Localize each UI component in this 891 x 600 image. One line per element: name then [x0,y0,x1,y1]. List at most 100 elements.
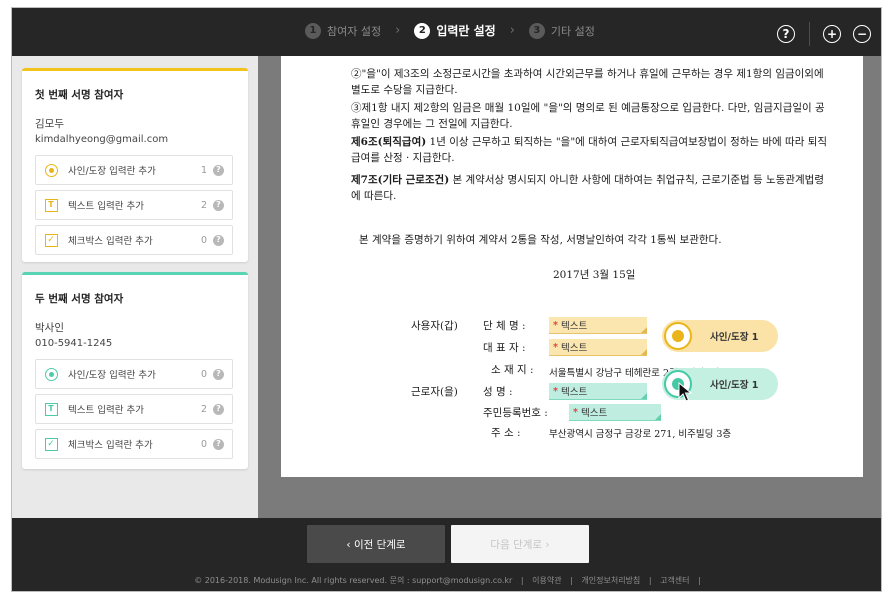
participant-title: 두 번째 서명 참여자 [35,293,124,305]
add-text-field-button[interactable]: T 텍스트 입력란 추가 2 ? [35,190,233,220]
stamp-icon [664,322,692,350]
step-label: 참여자 설정 [327,24,382,38]
field-count: 0 [200,234,207,246]
add-checkbox-field-button[interactable]: ✓ 체크박스 입력란 추가 0 ? [35,429,233,459]
top-bar: 1 참여자 설정 › 2 입력란 설정 › 3 기타 설정 ? + − [12,8,881,56]
overlay-text: 텍스트 [560,321,588,332]
required-mark: * [553,385,558,397]
copyright-text: © 2016-2018. Modusign Inc. All rights re… [194,576,513,585]
field-count: 1 [200,164,207,176]
required-mark: * [573,406,578,418]
help-icon[interactable]: ? [213,368,224,380]
participant-card-2: 두 번째 서명 참여자 박사인 010-5941-1245 사인/도장 입력란 … [22,272,248,469]
employee-address-label: 주 소 : [491,427,521,439]
resident-number-label: 주민등록번호 : [483,407,548,419]
checkbox-icon: ✓ [44,437,58,451]
step-number: 2 [414,22,431,39]
footer-separator: | [570,576,573,585]
help-icon[interactable]: ? [213,164,224,176]
doc-heading: 제6조(퇴직급여) [351,136,427,148]
doc-heading: 제7조(기타 근로조건) [351,174,450,186]
company-name-label: 단 체 명 : [483,320,526,332]
step-indicator: 1 참여자 설정 › 2 입력란 설정 › 3 기타 설정 [305,22,595,39]
document-page: ②"을"이 제3조의 소정근로시간을 초과하여 시간외근무를 하거나 휴일에 근… [281,56,863,477]
add-signature-field-button[interactable]: 사인/도장 입력란 추가 1 ? [35,155,233,185]
step-number: 1 [305,22,321,39]
footer-separator: | [698,576,701,585]
next-step-button[interactable]: 다음 단계로 › [451,525,589,563]
app-window: 1 참여자 설정 › 2 입력란 설정 › 3 기타 설정 ? + − 첫 번째… [11,7,882,592]
step-number: 3 [528,22,545,39]
text-input-overlay[interactable]: * 텍스트 [549,317,647,334]
participant-card-1: 첫 번째 서명 참여자 김모두 kimdalhyeong@gmail.com 사… [22,68,248,262]
field-list: 사인/도장 입력란 추가 0 ? T 텍스트 입력란 추가 2 ? ✓ 체크박스… [35,359,248,459]
signature-stamp-field[interactable]: 사인/도장 1 [662,320,778,352]
employee-address-value: 부산광역시 금정구 금강로 271, 비주빌딩 3층 [549,429,732,440]
help-icon[interactable]: ? [213,438,224,450]
add-signature-field-button[interactable]: 사인/도장 입력란 추가 0 ? [35,359,233,389]
terms-link[interactable]: 이용약관 [532,576,561,585]
required-mark: * [553,319,558,331]
participant-title: 첫 번째 서명 참여자 [35,89,124,101]
required-mark: * [553,341,558,353]
employee-name-label: 성 명 : [483,386,513,398]
participant-contact: 010-5941-1245 [35,338,113,349]
stamp-label: 사인/도장 1 [710,332,759,343]
step-input-fields[interactable]: 2 입력란 설정 [414,22,496,39]
help-icon[interactable]: ? [213,234,224,246]
field-label: 체크박스 입력란 추가 [68,440,153,451]
field-label: 사인/도장 입력란 추가 [68,370,156,381]
previous-step-button[interactable]: ‹ 이전 단계로 [307,525,445,563]
add-text-field-button[interactable]: T 텍스트 입력란 추가 2 ? [35,394,233,424]
document-viewer: ②"을"이 제3조의 소정근로시간을 초과하여 시간외근무를 하거나 휴일에 근… [258,56,881,518]
participant-name: 김모두 [35,118,64,130]
add-checkbox-field-button[interactable]: ✓ 체크박스 입력란 추가 0 ? [35,225,233,255]
resize-handle[interactable] [641,327,647,333]
participant-sidebar: 첫 번째 서명 참여자 김모두 kimdalhyeong@gmail.com 사… [12,56,258,518]
footer-separator: | [520,576,524,585]
field-count: 2 [200,403,207,415]
text-input-overlay[interactable]: * 텍스트 [549,383,647,400]
participant-name: 박사인 [35,322,64,334]
footer-separator: | [648,576,652,585]
field-count: 0 [200,438,207,450]
bottom-bar: ‹ 이전 단계로 다음 단계로 › © 2016-2018. Modusign … [12,518,881,591]
support-link[interactable]: 고객센터 [660,576,689,585]
participant-contact: kimdalhyeong@gmail.com [35,134,169,145]
chevron-right-icon: › [509,23,515,38]
step-label: 기타 설정 [550,24,595,38]
checkbox-icon: ✓ [44,233,58,247]
doc-date: 2017년 3월 15일 [553,269,636,281]
text-input-overlay[interactable]: * 텍스트 [569,404,661,421]
text-input-overlay[interactable]: * 텍스트 [549,339,647,356]
toolbar-divider [809,22,810,46]
field-label: 사인/도장 입력란 추가 [68,166,156,177]
resize-handle[interactable] [655,414,661,420]
address-label: 소 재 지 : [491,364,534,376]
employee-label: 근로자(을) [411,386,458,398]
step-participants[interactable]: 1 참여자 설정 [305,22,382,39]
resize-handle[interactable] [641,393,647,399]
resize-handle[interactable] [641,349,647,355]
zoom-in-icon[interactable]: + [823,25,841,43]
field-list: 사인/도장 입력란 추가 1 ? T 텍스트 입력란 추가 2 ? ✓ 체크박스… [35,155,248,255]
mouse-cursor-icon [678,382,692,402]
chevron-right-icon: › [395,23,401,38]
zoom-out-icon[interactable]: − [853,25,871,43]
step-label: 입력란 설정 [436,24,496,38]
doc-paragraph: 제7조(기타 근로조건) 본 계약서상 명시되지 아니한 사항에 대하여는 취업… [351,172,827,204]
step-other-settings[interactable]: 3 기타 설정 [528,22,595,39]
doc-paragraph: ③제1항 내지 제2항의 임금은 매월 10일에 "을"의 명의로 된 예금통장… [351,102,825,130]
help-icon[interactable]: ? [213,403,224,415]
doc-paragraph: 본 계약을 증명하기 위하여 계약서 2통을 작성, 서명날인하여 각각 1통씩… [359,234,722,246]
help-icon[interactable]: ? [777,25,795,43]
doc-paragraph: 제6조(퇴직급여) 1년 이상 근무하고 퇴직하는 "을"에 대하여 근로자퇴직… [351,134,827,166]
overlay-text: 텍스트 [560,387,588,398]
overlay-text: 텍스트 [560,343,588,354]
text-field-icon: T [44,198,58,212]
privacy-link[interactable]: 개인정보처리방침 [581,576,640,585]
field-count: 2 [200,199,207,211]
doc-paragraph: ②"을"이 제3조의 소정근로시간을 초과하여 시간외근무를 하거나 휴일에 근… [351,68,824,96]
field-label: 체크박스 입력란 추가 [68,236,153,247]
help-icon[interactable]: ? [213,199,224,211]
